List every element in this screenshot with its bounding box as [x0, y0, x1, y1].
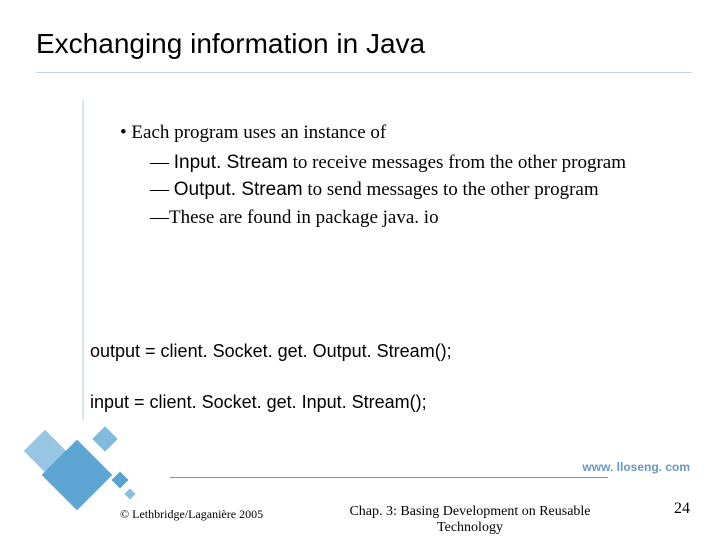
left-vertical-line	[82, 100, 84, 420]
website-url: www. lloseng. com	[582, 460, 690, 474]
chapter-label: Chap. 3: Basing Development on Reusable …	[340, 504, 600, 536]
code-line-1: output = client. Socket. get. Output. St…	[90, 340, 452, 363]
code-block: output = client. Socket. get. Output. St…	[90, 340, 452, 415]
title-underline	[36, 72, 692, 73]
bullet-sub-3: —These are found in package java. io	[150, 205, 660, 231]
bullet-sub-1: — Input. Stream to receive messages from…	[150, 150, 660, 176]
footer-rule	[170, 477, 608, 478]
slide: Exchanging information in Java • Each pr…	[0, 0, 720, 540]
square-icon	[92, 426, 117, 451]
slide-title: Exchanging information in Java	[36, 28, 425, 60]
footer: © Lethbridge/Laganière 2005 Chap. 3: Bas…	[0, 498, 720, 538]
bullet-main: • Each program uses an instance of	[120, 120, 660, 146]
code-line-2: input = client. Socket. get. Input. Stre…	[90, 391, 452, 414]
square-icon	[112, 472, 129, 489]
bullet-sub-2: — Output. Stream to send messages to the…	[150, 177, 660, 203]
code-javaio: java. io	[383, 207, 439, 228]
copyright-text: © Lethbridge/Laganière 2005	[120, 507, 263, 522]
code-outputstream: Output. Stream	[174, 179, 303, 200]
page-number: 24	[674, 500, 690, 518]
code-inputstream: Input. Stream	[174, 152, 288, 173]
bullet-main-text: Each program uses an instance of	[131, 122, 386, 143]
body-text: • Each program uses an instance of — Inp…	[120, 120, 660, 233]
